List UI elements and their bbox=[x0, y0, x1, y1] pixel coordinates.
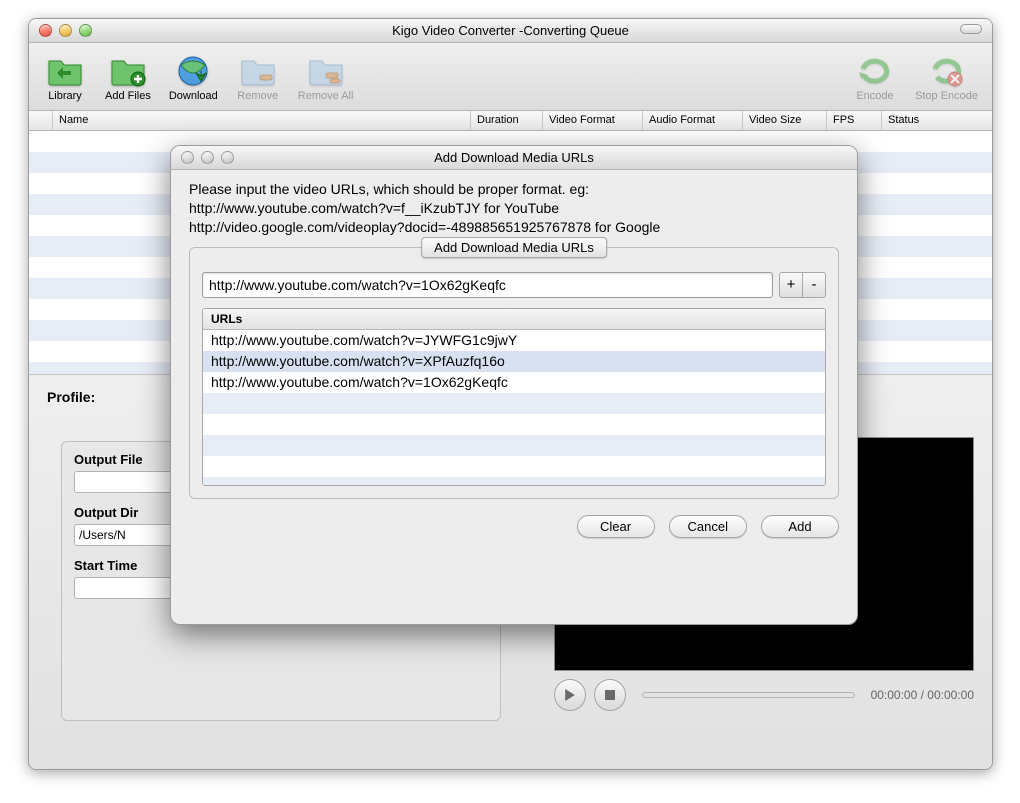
zoom-window-button[interactable] bbox=[79, 24, 92, 37]
encode-icon bbox=[856, 52, 894, 90]
preview-scrubber[interactable] bbox=[642, 692, 855, 698]
th-empty[interactable] bbox=[29, 111, 53, 130]
url-input-field[interactable] bbox=[202, 272, 773, 298]
dialog-minimize-button[interactable] bbox=[201, 151, 214, 164]
stop-encode-icon bbox=[928, 52, 966, 90]
remove-all-icon bbox=[307, 52, 345, 90]
remove-all-label: Remove All bbox=[298, 90, 354, 102]
dialog-title: Add Download Media URLs bbox=[171, 150, 857, 165]
minimize-window-button[interactable] bbox=[59, 24, 72, 37]
toolbar-toggle-button[interactable] bbox=[960, 24, 982, 34]
url-list-body[interactable]: http://www.youtube.com/watch?v=JYWFG1c9j… bbox=[203, 330, 825, 486]
th-status[interactable]: Status bbox=[882, 111, 992, 130]
url-list-item[interactable]: http://www.youtube.com/watch?v=1Ox62gKeq… bbox=[203, 372, 825, 393]
th-name[interactable]: Name bbox=[53, 111, 471, 130]
download-icon bbox=[174, 52, 212, 90]
cancel-button[interactable]: Cancel bbox=[669, 515, 747, 538]
clear-button[interactable]: Clear bbox=[577, 515, 655, 538]
dialog-desc-line2: http://www.youtube.com/watch?v=f__iKzubT… bbox=[189, 199, 839, 218]
download-label: Download bbox=[169, 90, 218, 102]
add-download-urls-dialog: Add Download Media URLs Please input the… bbox=[170, 145, 858, 625]
dialog-close-button[interactable] bbox=[181, 151, 194, 164]
add-files-button[interactable]: Add Files bbox=[97, 48, 159, 106]
add-files-icon bbox=[109, 52, 147, 90]
th-duration[interactable]: Duration bbox=[471, 111, 543, 130]
url-list-header[interactable]: URLs bbox=[203, 309, 825, 330]
dialog-desc-line1: Please input the video URLs, which shoul… bbox=[189, 180, 839, 199]
th-video-size[interactable]: Video Size bbox=[743, 111, 827, 130]
th-fps[interactable]: FPS bbox=[827, 111, 882, 130]
close-window-button[interactable] bbox=[39, 24, 52, 37]
remove-url-button[interactable]: - bbox=[802, 272, 826, 298]
remove-all-button[interactable]: Remove All bbox=[290, 48, 362, 106]
library-label: Library bbox=[48, 90, 82, 102]
th-video-format[interactable]: Video Format bbox=[543, 111, 643, 130]
stop-button[interactable] bbox=[594, 679, 626, 711]
remove-label: Remove bbox=[237, 90, 278, 102]
url-list-item[interactable]: http://www.youtube.com/watch?v=JYWFG1c9j… bbox=[203, 330, 825, 351]
url-list: URLs http://www.youtube.com/watch?v=JYWF… bbox=[202, 308, 826, 486]
main-titlebar: Kigo Video Converter -Converting Queue bbox=[29, 19, 992, 43]
stop-encode-button[interactable]: Stop Encode bbox=[907, 48, 986, 106]
stop-encode-label: Stop Encode bbox=[915, 90, 978, 102]
encode-button[interactable]: Encode bbox=[845, 48, 905, 106]
th-audio-format[interactable]: Audio Format bbox=[643, 111, 743, 130]
play-button[interactable] bbox=[554, 679, 586, 711]
start-time-input[interactable] bbox=[74, 577, 184, 599]
url-input-group: Add Download Media URLs + - URLs http://… bbox=[189, 247, 839, 499]
add-button[interactable]: Add bbox=[761, 515, 839, 538]
add-url-button[interactable]: + bbox=[779, 272, 803, 298]
dialog-desc-line3: http://video.google.com/videoplay?docid=… bbox=[189, 218, 839, 237]
queue-table-header: Name Duration Video Format Audio Format … bbox=[29, 111, 992, 131]
library-button[interactable]: Library bbox=[35, 48, 95, 106]
remove-icon bbox=[239, 52, 277, 90]
remove-button[interactable]: Remove bbox=[228, 48, 288, 106]
encode-label: Encode bbox=[856, 90, 893, 102]
preview-time-display: 00:00:00 / 00:00:00 bbox=[871, 688, 974, 702]
preview-controls: 00:00:00 / 00:00:00 bbox=[554, 675, 974, 715]
download-button[interactable]: Download bbox=[161, 48, 226, 106]
url-list-item[interactable]: http://www.youtube.com/watch?v=XPfAuzfq1… bbox=[203, 351, 825, 372]
main-toolbar: Library Add Files Download Remove bbox=[29, 43, 992, 111]
profile-label: Profile: bbox=[47, 389, 95, 405]
group-legend: Add Download Media URLs bbox=[421, 237, 607, 258]
dialog-titlebar: Add Download Media URLs bbox=[171, 146, 857, 170]
dialog-description: Please input the video URLs, which shoul… bbox=[189, 180, 839, 237]
dialog-zoom-button[interactable] bbox=[221, 151, 234, 164]
add-files-label: Add Files bbox=[105, 90, 151, 102]
library-icon bbox=[46, 52, 84, 90]
window-title: Kigo Video Converter -Converting Queue bbox=[29, 23, 992, 38]
